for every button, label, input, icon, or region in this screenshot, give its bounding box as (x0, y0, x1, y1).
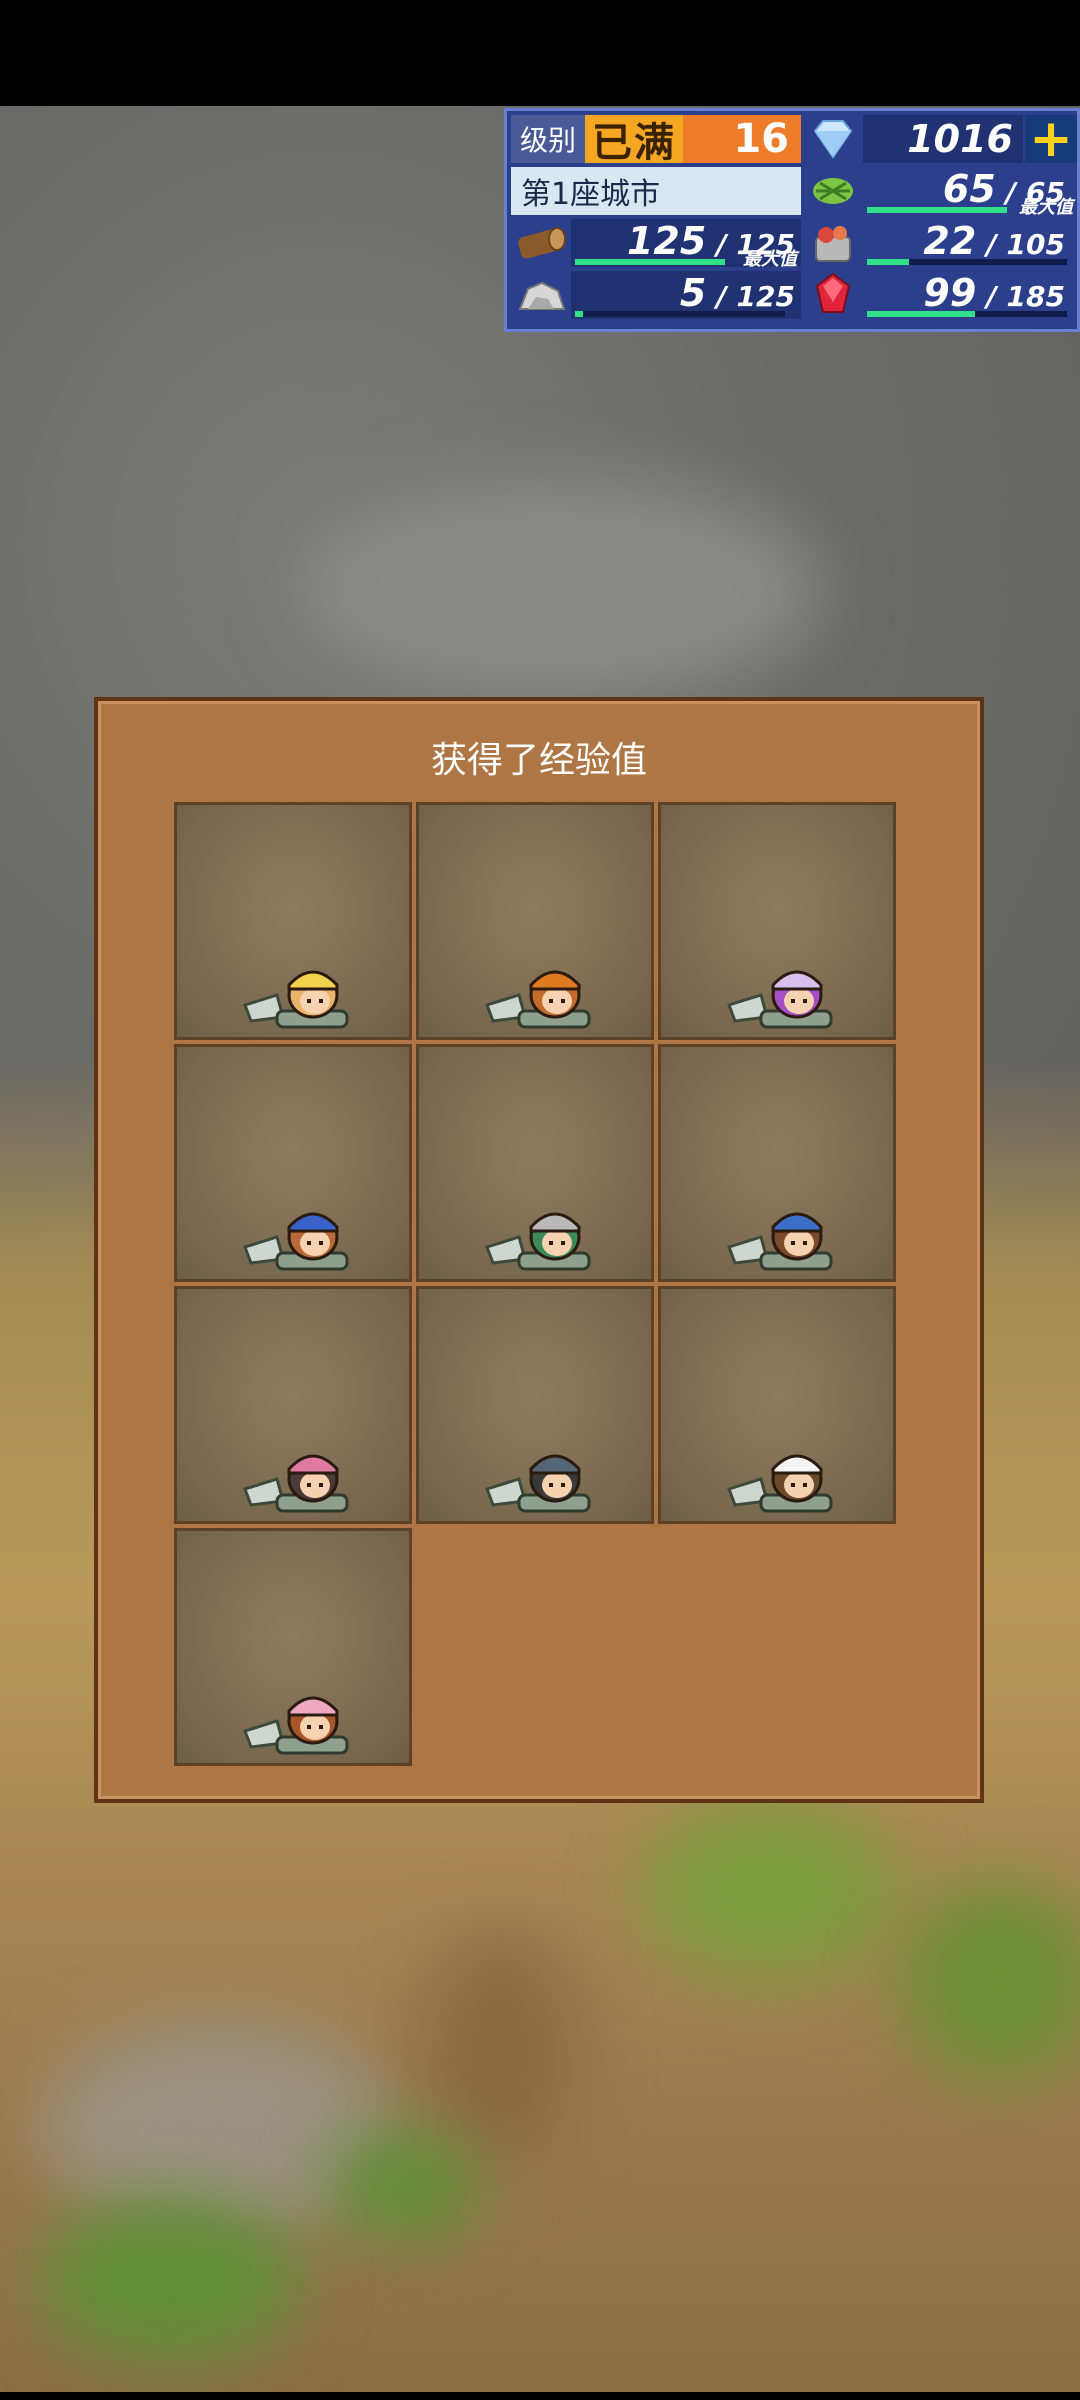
food-current: 65 (942, 167, 996, 211)
ruby-max: 185 (1006, 280, 1065, 313)
bottom-system-bar (0, 2392, 1080, 2400)
level-value: 16 (683, 115, 801, 163)
character-sprite-icon (243, 970, 349, 1029)
character-slot-white-cap-chef[interactable] (658, 1286, 896, 1524)
stone-max: 125 (736, 280, 795, 313)
meat-max: 105 (1006, 228, 1065, 261)
wood-max-label: 最大值 (743, 249, 797, 270)
food-row: 65/65 最大值 (863, 167, 1077, 218)
food-max-label: 最大值 (1019, 197, 1073, 218)
city-name: 第1座城市 (511, 167, 801, 215)
level-label: 级别 (511, 115, 585, 163)
character-slot-blue-headband-fighter[interactable] (174, 1044, 412, 1282)
resource-status-panel: 级别 已满 16 1016 + 第1座城市 65/65 最大值 125/125 … (504, 108, 1080, 332)
character-slot-purple-hair-mage[interactable] (658, 802, 896, 1040)
meat-bar-fill (867, 259, 909, 265)
character-slot-blonde-tiara-hero[interactable] (174, 802, 412, 1040)
gem-count-value: 1016 (907, 117, 1013, 161)
background-tower (420, 1930, 580, 2170)
stone-bar-fill (575, 311, 584, 317)
background-tree (640, 1800, 900, 1980)
ruby-bar (867, 311, 1067, 317)
meat-current: 22 (923, 219, 977, 263)
character-sprite-icon (485, 1454, 591, 1513)
ruby-bar-fill (867, 311, 975, 317)
level-max-tag: 已满 (585, 115, 683, 166)
wood-current: 125 (626, 219, 707, 263)
character-sprite-icon (727, 1454, 833, 1513)
ruby-row: 99/185 (863, 271, 1077, 319)
character-sprite-icon (727, 970, 833, 1029)
character-slot-grey-helmet-soldier[interactable] (416, 1044, 654, 1282)
character-slot-pink-hat-girl[interactable] (174, 1528, 412, 1766)
buy-gems-button[interactable]: + (1025, 109, 1077, 169)
wood-bar (575, 259, 725, 265)
character-sprite-icon (485, 970, 591, 1029)
diamond-icon (803, 115, 863, 163)
character-slot-cap-worker[interactable] (416, 1286, 654, 1524)
wood-row: 125/125 最大值 (571, 219, 801, 270)
meat-basket-icon (803, 219, 863, 267)
background-tree (330, 2130, 480, 2240)
ruby-current: 99 (923, 271, 977, 315)
character-slot-blue-hood-ranger[interactable] (658, 1044, 896, 1282)
meat-bar (867, 259, 1067, 265)
stone-bar (575, 311, 785, 317)
top-system-bar (0, 0, 1080, 106)
ruby-icon (803, 271, 863, 319)
grain-icon (803, 167, 863, 215)
character-sprite-icon (243, 1454, 349, 1513)
stone-row: 5/125 (571, 271, 801, 319)
plus-icon: + (1029, 109, 1073, 169)
meat-row: 22/105 (863, 219, 1077, 267)
stone-icon (511, 271, 571, 319)
stone-current: 5 (679, 271, 707, 315)
wood-bar-fill (575, 259, 725, 265)
character-sprite-icon (485, 1212, 591, 1271)
game-scene: 级别 已满 16 1016 + 第1座城市 65/65 最大值 125/125 … (0, 0, 1080, 2400)
character-slot-flower-girl[interactable] (174, 1286, 412, 1524)
character-sprite-icon (727, 1212, 833, 1271)
wood-log-icon (511, 219, 571, 267)
food-bar (867, 207, 1007, 213)
gem-count: 1016 (863, 115, 1023, 163)
experience-gained-dialog[interactable]: 获得了经验值 (94, 697, 984, 1803)
dialog-title: 获得了经验值 (430, 740, 647, 781)
background-cloud (300, 480, 820, 700)
character-slot-horned-helmet-warrior[interactable] (416, 802, 654, 1040)
background-tree (40, 2200, 300, 2360)
character-sprite-icon (243, 1212, 349, 1271)
character-sprite-icon (243, 1696, 349, 1755)
food-bar-fill (867, 207, 1007, 213)
